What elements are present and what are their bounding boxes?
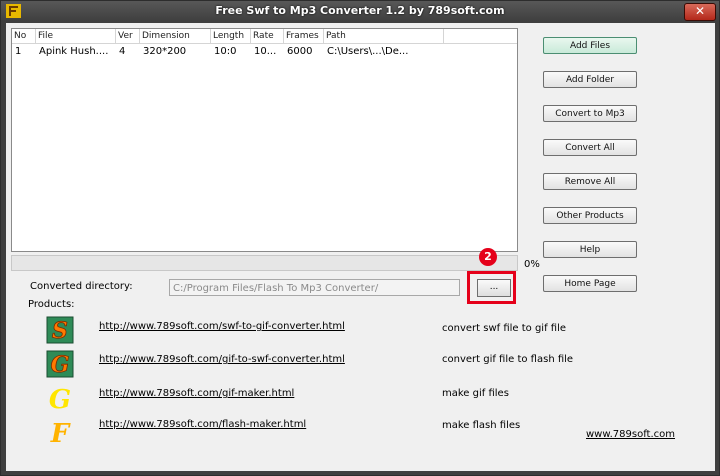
col-no[interactable]: No bbox=[12, 29, 36, 43]
progress-bar bbox=[11, 255, 518, 271]
product-desc-flash-maker: make flash files bbox=[442, 420, 521, 431]
product-link-flash-maker[interactable]: http://www.789soft.com/flash-maker.html bbox=[99, 419, 306, 430]
convert-all-button[interactable]: Convert All bbox=[543, 139, 637, 156]
converted-directory-label: Converted directory: bbox=[30, 281, 133, 292]
product-link-swf-to-gif[interactable]: http://www.789soft.com/swf-to-gif-conver… bbox=[99, 321, 345, 332]
table-row[interactable]: 1 Apink Hush.... 4 320*200 10:0 10... 60… bbox=[12, 45, 517, 59]
svg-text:G: G bbox=[49, 385, 71, 412]
annotation-highlight bbox=[467, 271, 516, 304]
col-path[interactable]: Path bbox=[324, 29, 444, 43]
client-area: No File Ver Dimension Length Rate Frames… bbox=[6, 23, 715, 471]
cell-path: C:\Users\...\De... bbox=[327, 46, 409, 57]
product-link-gif-to-swf[interactable]: http://www.789soft.com/gif-to-swf-conver… bbox=[99, 354, 345, 365]
product-link-gif-maker[interactable]: http://www.789soft.com/gif-maker.html bbox=[99, 388, 294, 399]
f-orange-icon: F bbox=[50, 419, 71, 446]
other-products-button[interactable]: Other Products bbox=[543, 207, 637, 224]
close-button[interactable]: ✕ bbox=[684, 3, 716, 21]
products-label: Products: bbox=[28, 299, 75, 310]
file-list[interactable]: No File Ver Dimension Length Rate Frames… bbox=[11, 28, 518, 252]
converted-directory-field[interactable]: C:/Program Files/Flash To Mp3 Converter/ bbox=[169, 279, 460, 296]
home-page-button[interactable]: Home Page bbox=[543, 275, 637, 292]
convert-to-mp3-button[interactable]: Convert to Mp3 bbox=[543, 105, 637, 122]
site-link[interactable]: www.789soft.com bbox=[586, 429, 675, 440]
add-folder-button[interactable]: Add Folder bbox=[543, 71, 637, 88]
product-desc-swf-to-gif: convert swf file to gif file bbox=[442, 323, 567, 334]
cell-frames: 6000 bbox=[287, 46, 313, 57]
annotation-marker: 2 bbox=[479, 248, 497, 266]
product-desc-gif-to-swf: convert gif file to flash file bbox=[442, 354, 574, 365]
cell-no: 1 bbox=[15, 46, 22, 57]
cell-length: 10:0 bbox=[214, 46, 237, 57]
add-files-button[interactable]: Add Files bbox=[543, 37, 637, 54]
g-gif-icon: G bbox=[46, 350, 74, 378]
product-desc-gif-maker: make gif files bbox=[442, 388, 509, 399]
cell-dimension: 320*200 bbox=[143, 46, 187, 57]
cell-file: Apink Hush.... bbox=[39, 46, 109, 57]
g-yellow-icon: G bbox=[49, 385, 71, 412]
col-length[interactable]: Length bbox=[211, 29, 251, 43]
progress-percent: 0% bbox=[524, 259, 540, 270]
col-dimension[interactable]: Dimension bbox=[140, 29, 211, 43]
svg-text:S: S bbox=[52, 318, 68, 344]
title-bar[interactable]: Free Swf to Mp3 Converter 1.2 by 789soft… bbox=[1, 1, 719, 22]
col-frames[interactable]: Frames bbox=[284, 29, 324, 43]
cell-ver: 4 bbox=[119, 46, 126, 57]
svg-text:G: G bbox=[51, 352, 70, 378]
cell-rate: 10... bbox=[254, 46, 277, 57]
col-file[interactable]: File bbox=[36, 29, 116, 43]
col-ver[interactable]: Ver bbox=[116, 29, 140, 43]
remove-all-button[interactable]: Remove All bbox=[543, 173, 637, 190]
col-rate[interactable]: Rate bbox=[251, 29, 284, 43]
svg-text:F: F bbox=[50, 419, 71, 446]
s-swf-icon: S bbox=[46, 316, 74, 344]
list-header: No File Ver Dimension Length Rate Frames… bbox=[12, 29, 517, 44]
app-window: Free Swf to Mp3 Converter 1.2 by 789soft… bbox=[0, 0, 720, 476]
help-button[interactable]: Help bbox=[543, 241, 637, 258]
window-title: Free Swf to Mp3 Converter 1.2 by 789soft… bbox=[215, 4, 505, 17]
